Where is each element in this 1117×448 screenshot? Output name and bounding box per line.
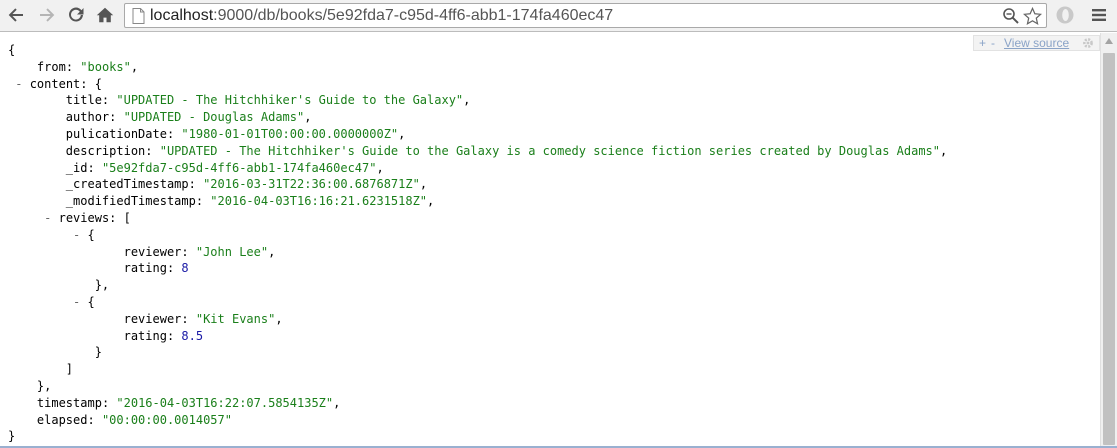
forward-button[interactable] — [36, 4, 58, 26]
collapse-all-button[interactable]: - — [991, 36, 995, 50]
collapse-toggle[interactable]: - — [15, 77, 22, 91]
root-open-brace: { — [8, 43, 16, 57]
json-key: timestamp — [36, 395, 102, 410]
json-key: rating — [123, 261, 167, 276]
json-key: _id — [65, 160, 88, 175]
json-key: author — [65, 110, 110, 125]
opera-extension-icon — [1056, 6, 1074, 24]
json-document: { from: "books", - content: { title: "UP… — [8, 43, 948, 444]
json-number: 8.5 — [181, 328, 204, 343]
root-close-brace: } — [8, 429, 16, 444]
gear-icon[interactable] — [1082, 37, 1094, 49]
json-string: "UPDATED - The Hitchhiker's Guide to the… — [159, 143, 940, 158]
vertical-scrollbar[interactable] — [1100, 33, 1117, 448]
json-key: from — [36, 59, 66, 74]
json-string: "John Lee" — [195, 244, 269, 259]
browser-toolbar: localhost:9000/db/books/5e92fda7-c95d-4f… — [0, 0, 1117, 32]
reload-icon — [69, 7, 84, 22]
home-button[interactable] — [94, 4, 116, 26]
collapse-toggle[interactable]: - — [44, 211, 51, 225]
back-button[interactable] — [5, 4, 27, 26]
back-arrow-icon — [8, 8, 23, 22]
opera-extension-button[interactable] — [1054, 4, 1076, 26]
url-text[interactable]: localhost:9000/db/books/5e92fda7-c95d-4f… — [150, 7, 613, 25]
json-viewer: { from: "books", - content: { title: "UP… — [0, 33, 1100, 448]
json-string: "2016-03-31T22:36:00.6876871Z" — [203, 177, 420, 192]
json-string: "00:00:00.0014057" — [101, 412, 232, 427]
json-string: "books" — [80, 59, 131, 74]
scrollbar-thumb[interactable] — [1103, 53, 1115, 445]
json-key: elapsed — [36, 412, 88, 427]
json-string: "Kit Evans" — [195, 311, 276, 326]
home-icon — [96, 7, 114, 23]
json-string: "5e92fda7-c95d-4ff6-abb1-174fa460ec47" — [101, 160, 377, 175]
json-number: 8 — [181, 261, 189, 276]
json-key: title — [65, 93, 102, 108]
url-path: :9000/db/books/5e92fda7-c95d-4ff6-abb1-1… — [213, 7, 614, 24]
json-key: content — [29, 76, 81, 91]
page-icon — [132, 8, 145, 24]
url-host: localhost — [150, 7, 214, 24]
view-source-link[interactable]: View source — [1004, 36, 1069, 50]
menu-hamburger-icon — [1092, 9, 1106, 21]
collapse-toggle[interactable]: - — [73, 295, 80, 309]
viewer-controls: + - View source — [973, 35, 1100, 51]
bookmark-star-icon[interactable] — [1023, 7, 1042, 26]
scroll-up-arrow-icon[interactable] — [1105, 37, 1113, 45]
json-key: reviewer — [123, 311, 182, 326]
json-key: _modifiedTimestamp — [65, 194, 196, 209]
reload-button[interactable] — [65, 4, 87, 26]
json-key: reviewer — [123, 244, 182, 259]
json-key: reviews — [58, 210, 110, 225]
json-string: "2016-04-03T16:16:21.6231518Z" — [210, 194, 428, 209]
json-key: pulicationDate — [65, 126, 167, 141]
json-key: description — [65, 143, 146, 158]
zoom-icon[interactable] — [1002, 7, 1020, 25]
json-string: "UPDATED - Douglas Adams" — [123, 110, 305, 125]
address-bar[interactable]: localhost:9000/db/books/5e92fda7-c95d-4f… — [124, 3, 1047, 28]
json-string: "2016-04-03T16:22:07.5854135Z" — [116, 395, 334, 410]
json-key: _createdTimestamp — [65, 177, 189, 192]
chrome-menu-button[interactable] — [1088, 4, 1110, 26]
json-string: "UPDATED - The Hitchhiker's Guide to the… — [116, 93, 464, 108]
json-key: rating — [123, 328, 167, 343]
forward-arrow-icon — [40, 8, 55, 22]
collapse-toggle[interactable]: - — [73, 228, 80, 242]
json-string: "1980-01-01T00:00:00.0000000Z" — [181, 126, 399, 141]
expand-all-button[interactable]: + — [979, 36, 986, 50]
